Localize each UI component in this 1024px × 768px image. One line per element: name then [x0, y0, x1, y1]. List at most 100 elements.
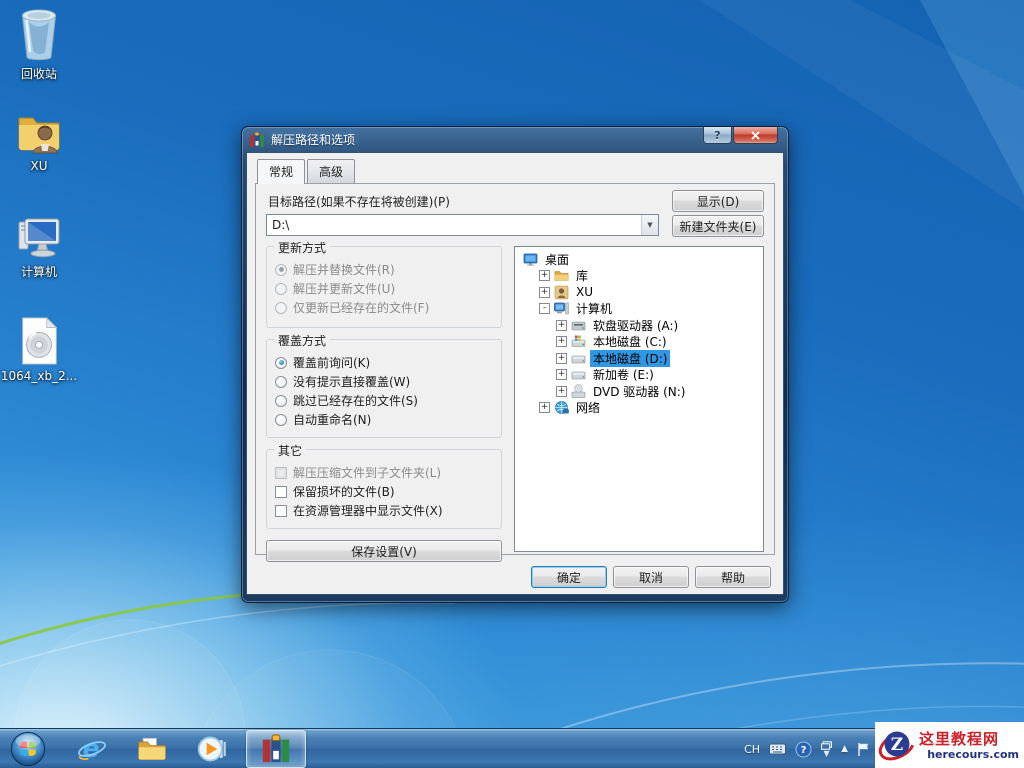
- start-button[interactable]: [8, 729, 48, 768]
- caption-buttons: ?: [703, 127, 778, 144]
- radio-extract-replace[interactable]: 解压并替换文件(R): [275, 260, 493, 279]
- new-folder-button[interactable]: 新建文件夹(E): [672, 215, 764, 237]
- svg-text:?: ?: [801, 745, 807, 756]
- desktop-icon-computer[interactable]: 计算机: [0, 212, 78, 280]
- tree-item-drive-d[interactable]: + 本地磁盘 (D:): [517, 349, 761, 367]
- tree-item-computer[interactable]: - 计算机: [517, 301, 761, 318]
- tree-item-network[interactable]: + 网络: [517, 400, 761, 417]
- tree-label: 网络: [576, 401, 601, 416]
- checkbox-icon: [275, 466, 287, 479]
- keyboard-icon[interactable]: [769, 743, 787, 755]
- tab-general[interactable]: 常规: [257, 159, 306, 184]
- show-hidden-icons-button[interactable]: ▲: [841, 744, 848, 754]
- tab-advanced[interactable]: 高级: [307, 159, 356, 183]
- radio-icon: [275, 301, 287, 314]
- tree-item-drive-e[interactable]: + 新加卷 (E:): [517, 367, 761, 384]
- help-tray-icon[interactable]: ?: [795, 741, 812, 758]
- disc-file-icon: [22, 316, 58, 365]
- close-button[interactable]: [733, 127, 778, 144]
- checkbox-icon: [275, 504, 287, 517]
- expand-icon[interactable]: +: [556, 385, 567, 397]
- watermark-site-name: 这里教程网: [919, 729, 1000, 748]
- folder-icon: [138, 737, 166, 761]
- tree-item-user-xu[interactable]: + XU: [517, 284, 761, 301]
- folder-tree[interactable]: 桌面 + 库 + XU - 计算机 + 软盘驱动器 (A:) + 本地磁盘 (C…: [514, 246, 764, 552]
- help-caption-button[interactable]: ?: [703, 127, 732, 144]
- tab-page-general: 目标路径(如果不存在将被创建)(P) D:\ ▼ 显示(D) 新建文件夹(E): [255, 183, 775, 562]
- desktop-icon-label: 计算机: [20, 265, 57, 279]
- watermark-logo: Z: [878, 731, 916, 761]
- taskbar-winrar-button[interactable]: [246, 730, 306, 768]
- desktop-icon-label: XU: [30, 159, 48, 173]
- checkbox-extract-to-subfolder[interactable]: 解压压缩文件到子文件夹(L): [275, 463, 493, 482]
- radio-overwrite-without-prompt[interactable]: 没有提示直接覆盖(W): [275, 372, 493, 391]
- tree-item-drive-a[interactable]: + 软盘驱动器 (A:): [517, 317, 761, 334]
- expand-icon[interactable]: +: [556, 319, 567, 331]
- windows-start-icon: [10, 731, 46, 767]
- save-settings-button[interactable]: 保存设置(V): [266, 540, 502, 562]
- radio-label: 没有提示直接覆盖(W): [293, 375, 411, 389]
- radio-label: 自动重命名(N): [293, 413, 372, 427]
- user-icon: [554, 285, 569, 300]
- radio-fresh-only[interactable]: 仅更新已经存在的文件(F): [275, 298, 493, 317]
- tree-item-libraries[interactable]: + 库: [517, 268, 761, 285]
- ok-button[interactable]: 确定: [531, 566, 607, 588]
- tree-item-drive-c[interactable]: + 本地磁盘 (C:): [517, 334, 761, 351]
- media-player-icon: [197, 736, 226, 762]
- cancel-button[interactable]: 取消: [613, 566, 689, 588]
- expand-icon[interactable]: +: [539, 402, 550, 414]
- group-title: 覆盖方式: [274, 332, 331, 349]
- taskbar-explorer-button[interactable]: [134, 729, 170, 768]
- taskbar-ie-button[interactable]: e: [74, 729, 110, 768]
- expand-icon[interactable]: +: [556, 336, 567, 348]
- floppy-drive-icon: [571, 321, 586, 331]
- checkbox-show-in-explorer[interactable]: 在资源管理器中显示文件(X): [275, 501, 493, 520]
- dialog-title: 解压路径和选项: [271, 133, 356, 147]
- language-indicator[interactable]: CH: [744, 743, 760, 756]
- tree-label: 软盘驱动器 (A:): [593, 318, 679, 333]
- tree-label: 库: [576, 269, 589, 284]
- radio-auto-rename[interactable]: 自动重命名(N): [275, 410, 493, 429]
- computer-icon: [18, 218, 60, 258]
- tree-label: 本地磁盘 (C:): [593, 335, 667, 350]
- chevron-down-icon[interactable]: ▼: [641, 215, 658, 235]
- system-tray: CH ? ▼ ▲: [744, 729, 870, 768]
- misc-group: 其它 解压压缩文件到子文件夹(L) 保留损坏的文件(B) 在资源管理器中显示文件…: [266, 442, 502, 529]
- expand-icon[interactable]: +: [539, 270, 550, 282]
- radio-skip-existing[interactable]: 跳过已经存在的文件(S): [275, 391, 493, 410]
- system-drive-icon: [571, 335, 586, 348]
- desktop-icon-xu-folder[interactable]: XU: [0, 108, 78, 173]
- chevron-down-icon[interactable]: ▼: [824, 750, 830, 758]
- desktop-icon-recycle-bin[interactable]: 回收站: [0, 8, 78, 82]
- radio-icon: [275, 282, 287, 295]
- expand-icon[interactable]: +: [556, 352, 567, 364]
- radio-icon: [275, 413, 287, 426]
- expand-icon[interactable]: +: [539, 286, 550, 298]
- tree-label: 新加卷 (E:): [593, 368, 654, 383]
- expand-icon[interactable]: +: [556, 369, 567, 381]
- tree-item-desktop[interactable]: 桌面: [517, 251, 761, 268]
- action-center-flag-icon[interactable]: [857, 742, 870, 757]
- target-path-value: D:\: [272, 218, 290, 232]
- dvd-drive-icon: [571, 384, 586, 398]
- desktop-icon: [523, 253, 538, 266]
- radio-label: 解压并更新文件(U): [293, 282, 396, 296]
- taskbar-media-player-button[interactable]: [194, 729, 230, 768]
- radio-extract-update[interactable]: 解压并更新文件(U): [275, 279, 493, 298]
- checkbox-keep-broken-files[interactable]: 保留损坏的文件(B): [275, 482, 493, 501]
- radio-ask-before-overwrite[interactable]: 覆盖前询问(K): [275, 353, 493, 372]
- dialog-footer: 确定 取消 帮助: [255, 566, 775, 588]
- recycle-bin-icon: [22, 9, 56, 61]
- target-path-combobox[interactable]: D:\ ▼: [266, 214, 659, 236]
- options-column: 更新方式 解压并替换文件(R) 解压并更新文件(U) 仅更新已经存在的文件(F)…: [266, 239, 502, 562]
- taskbar: e CH ? ▼ ▲: [0, 728, 1024, 768]
- radio-icon: [275, 394, 287, 407]
- display-button[interactable]: 显示(D): [672, 190, 764, 212]
- tree-item-drive-n[interactable]: + DVD 驱动器 (N:): [517, 383, 761, 400]
- desktop-icon-disc-file[interactable]: 1064_xb_2...: [0, 316, 78, 383]
- tree-label: 桌面: [545, 252, 570, 267]
- collapse-icon[interactable]: -: [539, 303, 550, 315]
- computer-icon: [554, 302, 569, 315]
- internet-explorer-icon: e: [78, 734, 106, 763]
- help-button[interactable]: 帮助: [695, 566, 771, 588]
